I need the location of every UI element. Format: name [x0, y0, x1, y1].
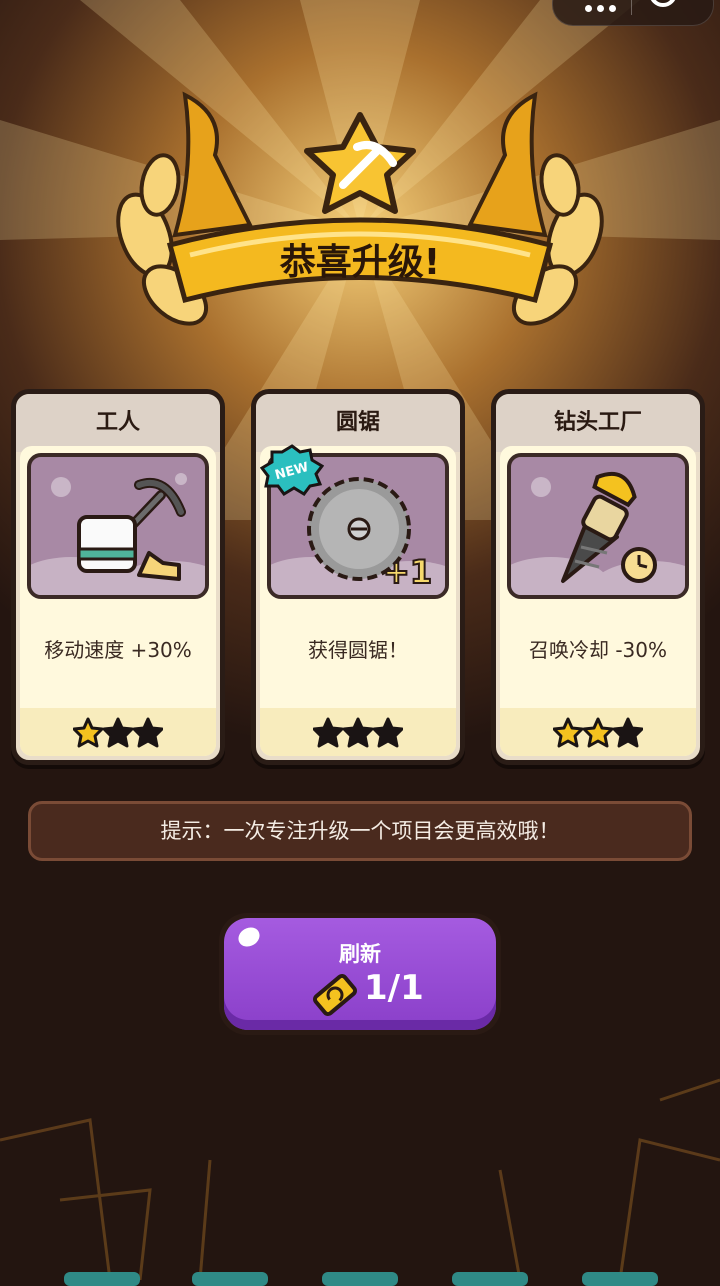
stars-icon: [553, 717, 643, 748]
close-icon[interactable]: [649, 0, 677, 7]
star-rating: [500, 708, 696, 756]
level-up-banner: 恭喜升级!: [115, 85, 605, 335]
upgrade-card-drill-factory[interactable]: 钻头工厂 召唤冷却 -30%: [491, 389, 705, 765]
stars-icon: [73, 717, 163, 748]
refresh-label: 刷新: [339, 942, 381, 966]
refresh-count: 1/1: [364, 968, 424, 1008]
tip-bar: 提示：一次专注升级一个项目会更高效哦！: [28, 801, 692, 861]
star-rating: [20, 708, 216, 756]
stars-icon: [313, 717, 403, 748]
refresh-ticket-icon: [313, 973, 357, 1017]
card-art: [507, 453, 689, 599]
plus-one-label: +1: [383, 553, 432, 591]
bottom-tab-5[interactable]: [582, 1272, 658, 1286]
mini-program-capsule[interactable]: [552, 0, 714, 26]
refresh-button[interactable]: 刷新 1/1: [219, 913, 501, 1035]
upgrade-card-worker[interactable]: 工人 移动速度 +30%: [11, 389, 225, 765]
card-name: 钻头工厂: [496, 394, 700, 452]
bottom-tab-1[interactable]: [64, 1272, 140, 1286]
card-art: [27, 453, 209, 599]
card-name: 工人: [16, 394, 220, 452]
card-description: 召唤冷却 -30%: [528, 638, 668, 662]
capsule-divider: [631, 0, 632, 15]
card-description: 移动速度 +30%: [44, 638, 192, 662]
upgrade-card-saw[interactable]: 圆锯 +1 获得圆锯！ NEW: [251, 389, 465, 765]
worker-pickaxe-shoe-icon: [31, 473, 205, 595]
star-rating: [260, 708, 456, 756]
ribbon-graphic: [116, 91, 604, 326]
bottom-tab-4[interactable]: [452, 1272, 528, 1286]
drill-clock-icon: [511, 471, 685, 595]
banner-title: 恭喜升级!: [279, 242, 441, 283]
new-badge: NEW: [260, 444, 324, 496]
more-icon[interactable]: [585, 0, 621, 12]
bottom-tab-2[interactable]: [192, 1272, 268, 1286]
bottom-tab-3[interactable]: [322, 1272, 398, 1286]
card-description: 获得圆锯！: [308, 638, 408, 662]
